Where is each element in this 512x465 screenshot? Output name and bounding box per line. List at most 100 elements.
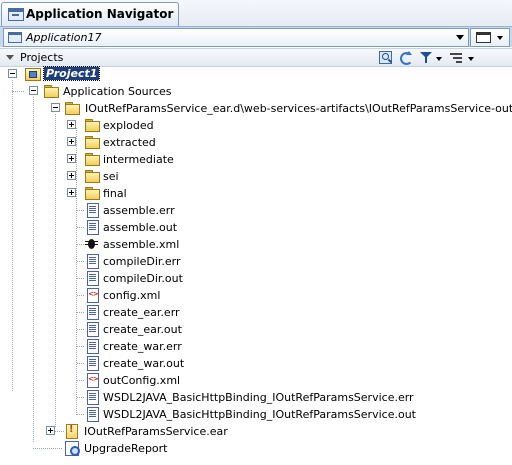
tree-item-ear-file[interactable]: IOutRefParamsService.ear	[0, 423, 512, 440]
tree-item-label: compileDir.out	[103, 272, 183, 285]
tree-guide	[77, 414, 84, 415]
tree-item-label: assemble.xml	[103, 238, 180, 251]
tree-item-label: create_war.out	[103, 357, 185, 370]
tree-item-label: Application Sources	[63, 85, 172, 98]
folder-icon	[84, 118, 100, 132]
tree-guide	[77, 261, 84, 262]
tree-item-file[interactable]: create_war.out	[0, 355, 512, 372]
tree-guide	[77, 210, 84, 211]
tree-item-file[interactable]: create_ear.err	[0, 304, 512, 321]
application-selector[interactable]: Application17	[3, 28, 469, 47]
tree-item-label: exploded	[103, 119, 154, 132]
tree-item-folder-sei[interactable]: sei	[0, 168, 512, 185]
tree-item-label: create_war.err	[103, 340, 182, 353]
folder-icon	[84, 135, 100, 149]
tree-guide	[77, 227, 84, 228]
tree-item-folder-intermediate[interactable]: intermediate	[0, 151, 512, 168]
filter-dropdown-icon[interactable]	[436, 57, 442, 61]
text-file-icon	[84, 356, 100, 371]
text-file-icon	[84, 339, 100, 354]
tree-item-label: final	[103, 187, 127, 200]
sort-dropdown-icon[interactable]	[468, 57, 474, 61]
project-label: Project1	[42, 66, 101, 81]
application-menu-icon	[476, 32, 491, 43]
text-file-icon	[84, 305, 100, 320]
application-menu-button[interactable]	[470, 28, 510, 47]
tree-item-file[interactable]: compileDir.out	[0, 270, 512, 287]
application-navigator-tab[interactable]: Application Navigator	[1, 2, 179, 26]
sync-icon[interactable]	[399, 51, 413, 65]
tree-item-label: outConfig.xml	[103, 374, 181, 387]
tree-item-folder-exploded[interactable]: exploded	[0, 117, 512, 134]
text-file-icon	[84, 220, 100, 235]
tree-item-file[interactable]: outConfig.xml	[0, 372, 512, 389]
tree-item-label: compileDir.err	[103, 255, 181, 268]
tree-item-upgrade-report[interactable]: UpgradeReport	[0, 440, 512, 457]
tree-item-label: UpgradeReport	[84, 442, 168, 455]
expand-icon[interactable]	[67, 154, 76, 163]
navigator-window-icon	[8, 8, 24, 21]
navigator-tabstrip: Application Navigator	[0, 0, 512, 27]
tree-guide	[77, 346, 84, 347]
folder-icon	[84, 169, 100, 183]
tree-item-folder-extracted[interactable]: extracted	[0, 134, 512, 151]
project-icon	[25, 67, 41, 81]
tree-item-file[interactable]: config.xml	[0, 287, 512, 304]
tree-item-label: extracted	[103, 136, 156, 149]
tree-item-label: IOutRefParamsService.ear	[84, 425, 228, 438]
tree-guide	[33, 448, 62, 449]
tree-guide	[55, 431, 64, 432]
tree-item-file[interactable]: WSDL2JAVA_BasicHttpBinding_IOutRefParams…	[0, 389, 512, 406]
tree-guide	[77, 329, 84, 330]
tree-item-file[interactable]: create_ear.out	[0, 321, 512, 338]
tree-item-project[interactable]: Project1	[0, 66, 512, 83]
text-file-icon	[84, 390, 100, 405]
tree-guide	[77, 295, 84, 296]
tree-item-label: create_ear.err	[103, 306, 180, 319]
tree-item-file[interactable]: assemble.xml	[0, 236, 512, 253]
dropdown-arrow-icon	[497, 36, 503, 40]
tree-item-file[interactable]: WSDL2JAVA_BasicHttpBinding_IOutRefParams…	[0, 406, 512, 423]
text-file-icon	[84, 322, 100, 337]
tree-item-folder-final[interactable]: final	[0, 185, 512, 202]
tree-item-file[interactable]: create_war.err	[0, 338, 512, 355]
collapse-icon[interactable]	[8, 69, 17, 78]
collapse-icon[interactable]	[29, 86, 38, 95]
expand-icon[interactable]	[67, 137, 76, 146]
tree-item-label: config.xml	[103, 289, 161, 302]
tree-item-application-sources[interactable]: Application Sources	[0, 83, 512, 100]
chevron-down-icon[interactable]	[456, 35, 464, 40]
text-file-icon	[84, 271, 100, 286]
tree-item-label: intermediate	[103, 153, 174, 166]
tree-item-label: IOutRefParamsService_ear.d\web-services-…	[85, 102, 512, 115]
search-icon[interactable]	[379, 51, 392, 64]
expand-icon[interactable]	[67, 188, 76, 197]
tree-guide	[77, 397, 84, 398]
application-icon	[8, 32, 22, 43]
tree-guide	[77, 380, 84, 381]
tree-guide	[77, 312, 84, 313]
collapse-panel-icon[interactable]	[6, 55, 14, 60]
sort-icon[interactable]	[450, 51, 470, 64]
tree-item-file[interactable]: assemble.err	[0, 202, 512, 219]
tree-item-file[interactable]: assemble.out	[0, 219, 512, 236]
tree-item-output-directory[interactable]: IOutRefParamsService_ear.d\web-services-…	[0, 100, 512, 117]
expand-icon[interactable]	[46, 426, 55, 435]
report-icon	[64, 441, 80, 456]
expand-icon[interactable]	[67, 120, 76, 129]
expand-icon[interactable]	[67, 171, 76, 180]
text-file-icon	[84, 407, 100, 422]
text-file-icon	[84, 254, 100, 269]
folder-icon	[84, 186, 100, 200]
collapse-icon[interactable]	[51, 103, 60, 112]
tree-guide	[77, 363, 84, 364]
text-file-icon	[84, 203, 100, 218]
project-tree: Project1 Application Sources IOutRefPara…	[0, 66, 512, 465]
projects-panel-header: Projects	[0, 48, 512, 67]
application-bar: Application17	[0, 27, 512, 47]
folder-open-icon	[64, 101, 80, 115]
tree-item-file[interactable]: compileDir.err	[0, 253, 512, 270]
projects-label: Projects	[20, 51, 64, 64]
ear-archive-icon	[64, 424, 80, 439]
tree-item-label: assemble.out	[103, 221, 178, 234]
